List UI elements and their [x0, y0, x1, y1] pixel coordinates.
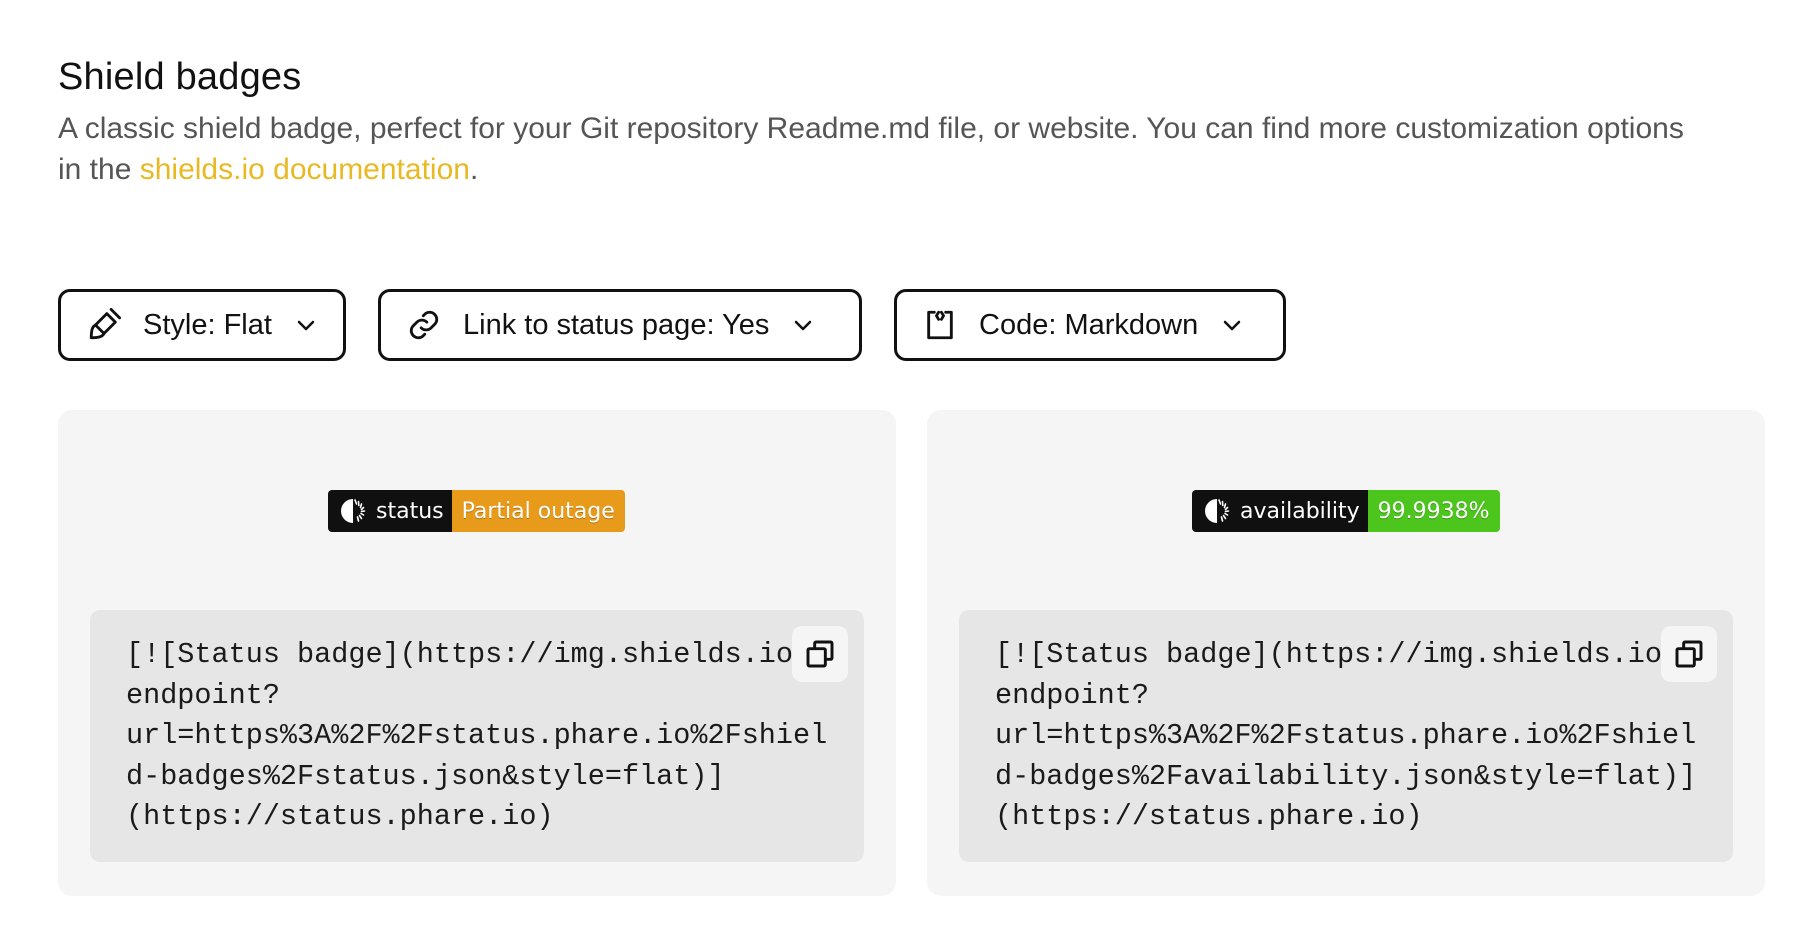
chevron-down-icon	[294, 313, 318, 337]
chevron-down-icon	[791, 313, 815, 337]
link-to-status-page-select[interactable]: Link to status page: Yes	[378, 289, 862, 361]
status-badge-preview: status Partial outage	[328, 490, 625, 532]
code-line: d-badges%2Favailability.json&style=flat)…	[995, 759, 1697, 793]
status-badge-panel: status Partial outage [![Status badge](h…	[58, 410, 896, 896]
badge-label: status	[328, 490, 452, 532]
style-select[interactable]: Style: Flat	[58, 289, 346, 361]
phare-logo-icon	[338, 496, 368, 526]
code-line: (https://status.phare.io)	[126, 800, 554, 833]
phare-logo-icon	[1202, 496, 1232, 526]
section-title: Shield badges	[58, 56, 302, 98]
description-end: .	[469, 153, 479, 186]
code-line: (https://status.phare.io)	[995, 800, 1423, 833]
code-format-select[interactable]: Code: Markdown	[894, 289, 1286, 361]
copy-button[interactable]	[1661, 626, 1717, 682]
code-line: d-badges%2Fstatus.json&style=flat)]	[126, 759, 725, 793]
style-select-label: Style: Flat	[143, 308, 272, 341]
badge-label: availability	[1192, 490, 1368, 532]
section-description: A classic shield badge, perfect for your…	[58, 108, 1698, 190]
brush-icon	[87, 308, 121, 342]
code-select-label: Code: Markdown	[979, 308, 1199, 341]
chevron-down-icon	[1220, 313, 1244, 337]
availability-badge-preview: availability 99.9938%	[1192, 490, 1500, 532]
badge-label-text: status	[376, 498, 444, 524]
link-select-label: Link to status page: Yes	[463, 308, 770, 341]
code-line: url=https%3A%2F%2Fstatus.phare.io%2Fshie…	[126, 719, 828, 752]
code-line: endpoint?	[995, 678, 1149, 712]
code-text[interactable]: [![Status badge](https://img.shields.io/…	[995, 635, 1697, 838]
code-line: url=https%3A%2F%2Fstatus.phare.io%2Fshie…	[995, 719, 1697, 752]
copy-button[interactable]	[792, 626, 848, 682]
code-text[interactable]: [![Status badge](https://img.shields.io/…	[126, 635, 828, 838]
shields-docs-link[interactable]: shields.io documentation	[140, 153, 470, 186]
code-frame-icon	[923, 308, 957, 342]
link-icon	[407, 308, 441, 342]
copy-icon	[804, 638, 836, 670]
code-line: endpoint?	[126, 678, 280, 712]
badge-label-text: availability	[1240, 498, 1360, 524]
badge-code-snippet: [![Status badge](https://img.shields.io/…	[959, 610, 1733, 862]
copy-icon	[1673, 638, 1705, 670]
code-line: [![Status badge](https://img.shields.io/	[126, 638, 811, 671]
badge-code-snippet: [![Status badge](https://img.shields.io/…	[90, 610, 864, 862]
badge-message: Partial outage	[451, 490, 625, 532]
code-line: [![Status badge](https://img.shields.io/	[995, 638, 1680, 671]
availability-badge-panel: availability 99.9938% [![Status badge](h…	[927, 410, 1765, 896]
badge-message: 99.9938%	[1367, 490, 1500, 532]
